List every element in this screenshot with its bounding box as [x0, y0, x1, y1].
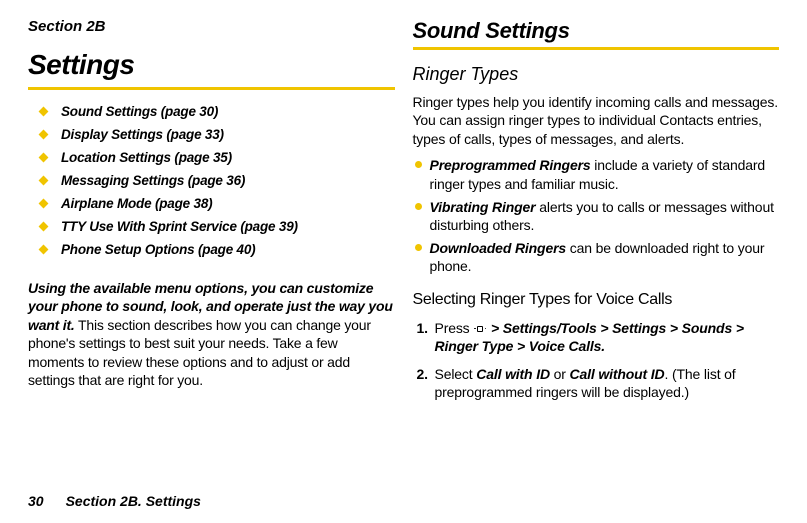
toc-item: Airplane Mode (page 38) — [28, 196, 395, 211]
diamond-icon — [39, 222, 49, 232]
bullet-bold: Downloaded Ringers — [430, 240, 567, 256]
sound-settings-heading: Sound Settings — [413, 18, 780, 44]
page-columns: Section 2B Settings Sound Settings (page… — [28, 18, 779, 509]
disc-icon — [415, 203, 422, 210]
steps-list: Press > Settings/Tools > Settings > Soun… — [413, 319, 780, 412]
ringer-types-heading: Ringer Types — [413, 64, 780, 85]
selecting-ringer-heading: Selecting Ringer Types for Voice Calls — [413, 291, 780, 309]
nav-key-icon — [474, 324, 486, 334]
page-footer: 30 Section 2B. Settings — [28, 493, 201, 509]
page-title: Settings — [28, 49, 395, 81]
diamond-icon — [39, 130, 49, 140]
footer-section: Section 2B. Settings — [66, 493, 201, 509]
toc-list: Sound Settings (page 30) Display Setting… — [28, 104, 395, 265]
diamond-icon — [39, 199, 49, 209]
step-option: Call with ID — [476, 366, 550, 382]
step-item: Press > Settings/Tools > Settings > Soun… — [413, 319, 780, 355]
toc-text: Messaging Settings (page 36) — [61, 173, 245, 188]
list-item: Downloaded Ringers can be downloaded rig… — [413, 239, 780, 275]
list-item: Preprogrammed Ringers include a variety … — [413, 156, 780, 192]
intro-rest: This section describes how you can chang… — [28, 317, 371, 388]
toc-text: TTY Use With Sprint Service (page 39) — [61, 219, 298, 234]
step-text: or — [550, 366, 570, 382]
diamond-icon — [39, 153, 49, 163]
toc-item: Sound Settings (page 30) — [28, 104, 395, 119]
accent-rule — [413, 47, 780, 50]
step-text: Select — [435, 366, 477, 382]
left-column: Section 2B Settings Sound Settings (page… — [28, 18, 395, 509]
disc-icon — [415, 161, 422, 168]
toc-text: Display Settings (page 33) — [61, 127, 224, 142]
right-column: Sound Settings Ringer Types Ringer types… — [413, 18, 780, 509]
bullet-bold: Preprogrammed Ringers — [430, 157, 591, 173]
page-number: 30 — [28, 493, 44, 509]
disc-icon — [415, 244, 422, 251]
diamond-icon — [39, 245, 49, 255]
toc-text: Sound Settings (page 30) — [61, 104, 218, 119]
step-option: Call without ID — [570, 366, 665, 382]
toc-item: Messaging Settings (page 36) — [28, 173, 395, 188]
toc-item: Display Settings (page 33) — [28, 127, 395, 142]
accent-rule — [28, 87, 395, 90]
diamond-icon — [39, 176, 49, 186]
toc-item: Phone Setup Options (page 40) — [28, 242, 395, 257]
step-item: Select Call with ID or Call without ID. … — [413, 365, 780, 401]
intro-paragraph: Using the available menu options, you ca… — [28, 279, 395, 390]
ringer-types-paragraph: Ringer types help you identify incoming … — [413, 93, 780, 148]
toc-text: Phone Setup Options (page 40) — [61, 242, 255, 257]
toc-item: Location Settings (page 35) — [28, 150, 395, 165]
diamond-icon — [39, 107, 49, 117]
step-text: Press — [435, 320, 474, 336]
toc-text: Airplane Mode (page 38) — [61, 196, 212, 211]
ringer-bullet-list: Preprogrammed Ringers include a variety … — [413, 156, 780, 280]
section-label: Section 2B — [28, 18, 395, 35]
list-item: Vibrating Ringer alerts you to calls or … — [413, 198, 780, 234]
toc-item: TTY Use With Sprint Service (page 39) — [28, 219, 395, 234]
bullet-bold: Vibrating Ringer — [430, 199, 536, 215]
toc-text: Location Settings (page 35) — [61, 150, 232, 165]
